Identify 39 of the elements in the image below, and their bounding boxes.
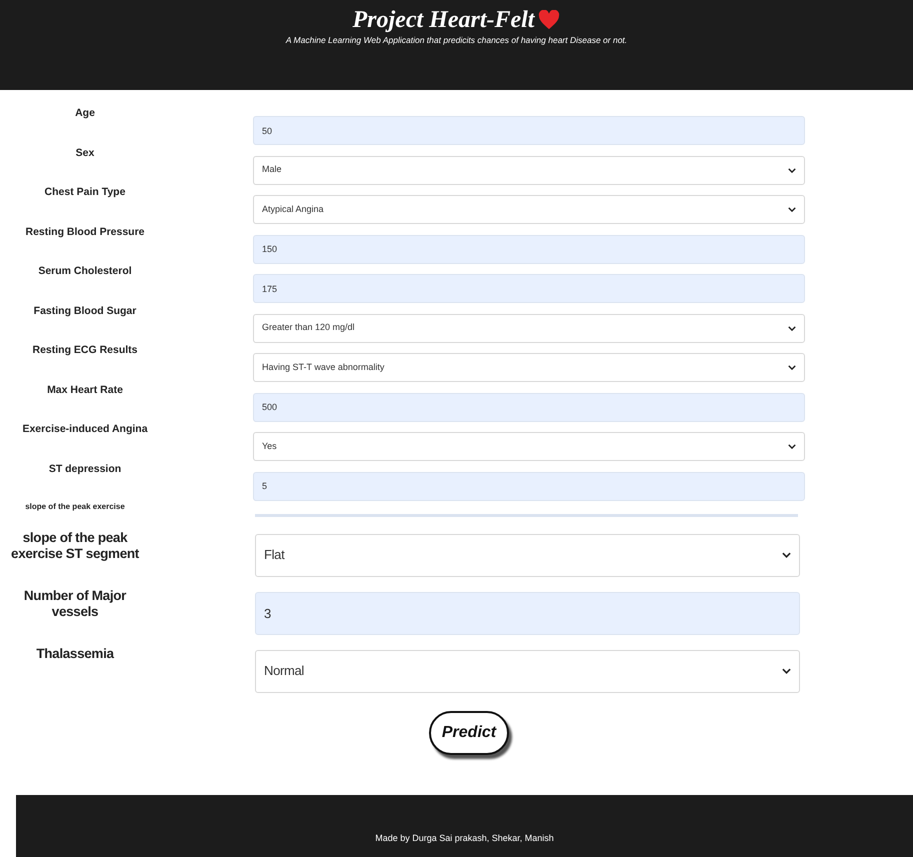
chevron-down-icon <box>782 552 791 558</box>
chevron-down-icon <box>788 168 796 172</box>
predict-button[interactable]: Predict <box>429 710 509 754</box>
dropdown[interactable]: Normal <box>255 650 800 692</box>
chevron-down-icon <box>788 444 796 449</box>
chevron-down-icon <box>788 365 796 370</box>
chevron-down-icon <box>788 207 796 212</box>
dropdown[interactable]: Male <box>253 156 805 184</box>
field-label: Serum Cholesterol <box>38 264 132 279</box>
field-label: Age <box>75 106 95 121</box>
input-field[interactable]: 150 <box>253 234 805 264</box>
field-label: slope of the peak exercise ST segment <box>10 530 140 564</box>
chevron-down-icon <box>788 326 796 330</box>
heart-icon <box>538 10 560 30</box>
input-field[interactable]: 50 <box>253 116 805 145</box>
subtitle: A Machine Learning Web Application that predicits chances of having heart Disease or not. <box>286 34 628 47</box>
field-label: Sex <box>76 146 94 160</box>
input-field[interactable]: 500 <box>253 392 805 422</box>
field-label: Fasting Blood Sugar <box>34 304 136 318</box>
input-field[interactable]: 3 <box>255 592 800 634</box>
field-label: Max Heart Rate <box>47 382 123 398</box>
footer-credit: Made by Durga Sai prakash, Shekar, Manish <box>375 832 554 845</box>
field-label: slope of the peak exercise <box>25 502 125 510</box>
input-field[interactable]: 175 <box>253 274 805 303</box>
field-label: ST depression <box>48 462 122 476</box>
dropdown[interactable]: Having ST-T wave abnormality <box>253 353 805 382</box>
field-label: Exercise-induced Angina <box>22 422 148 437</box>
chevron-down-icon <box>782 668 791 674</box>
dropdown[interactable]: Atypical Angina <box>253 195 805 224</box>
field-label: Number of Major vessels <box>22 588 128 622</box>
dropdown[interactable]: Yes <box>253 432 805 461</box>
field-label: Resting Blood Pressure <box>25 224 145 240</box>
dropdown[interactable]: Greater than 120 mg/dl <box>253 314 805 342</box>
field-label: Resting ECG Results <box>32 343 138 358</box>
site-title: Project Heart-Felt <box>352 8 534 32</box>
dropdown[interactable]: Flat <box>255 534 800 576</box>
input-field[interactable]: 5 <box>253 472 805 500</box>
field-label: Chest Pain Type <box>44 185 126 200</box>
field-label: Thalassemia <box>35 646 116 662</box>
